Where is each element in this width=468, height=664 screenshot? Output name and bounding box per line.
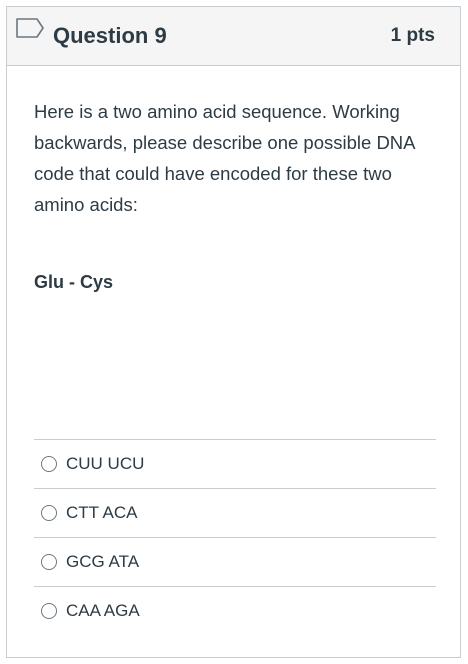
answer-label: GCG ATA (66, 552, 140, 571)
question-title: Question 9 (53, 23, 167, 48)
answer-label: CUU UCU (66, 454, 145, 473)
question-body: Here is a two amino acid sequence. Worki… (7, 66, 460, 293)
amino-acid-sequence: Glu - Cys (34, 272, 114, 292)
answer-option[interactable]: CAA AGA (34, 587, 436, 635)
radio-button[interactable] (41, 505, 57, 521)
flag-question-icon[interactable] (15, 17, 45, 39)
question-card: Question 9 1 pts Here is a two amino aci… (6, 6, 461, 658)
question-text: Here is a two amino acid sequence. Worki… (34, 101, 415, 215)
answer-option[interactable]: CUU UCU (34, 440, 436, 489)
radio-button[interactable] (41, 554, 57, 570)
radio-button[interactable] (41, 603, 57, 619)
question-header: Question 9 1 pts (7, 7, 460, 66)
question-points: 1 pts (390, 25, 435, 46)
answer-list: CUU UCU CTT ACA GCG ATA CAA AGA (34, 439, 436, 635)
radio-button[interactable] (41, 456, 57, 472)
answer-label: CTT ACA (66, 503, 138, 522)
answer-label: CAA AGA (66, 601, 140, 620)
answer-option[interactable]: CTT ACA (34, 489, 436, 538)
answer-option[interactable]: GCG ATA (34, 538, 436, 587)
